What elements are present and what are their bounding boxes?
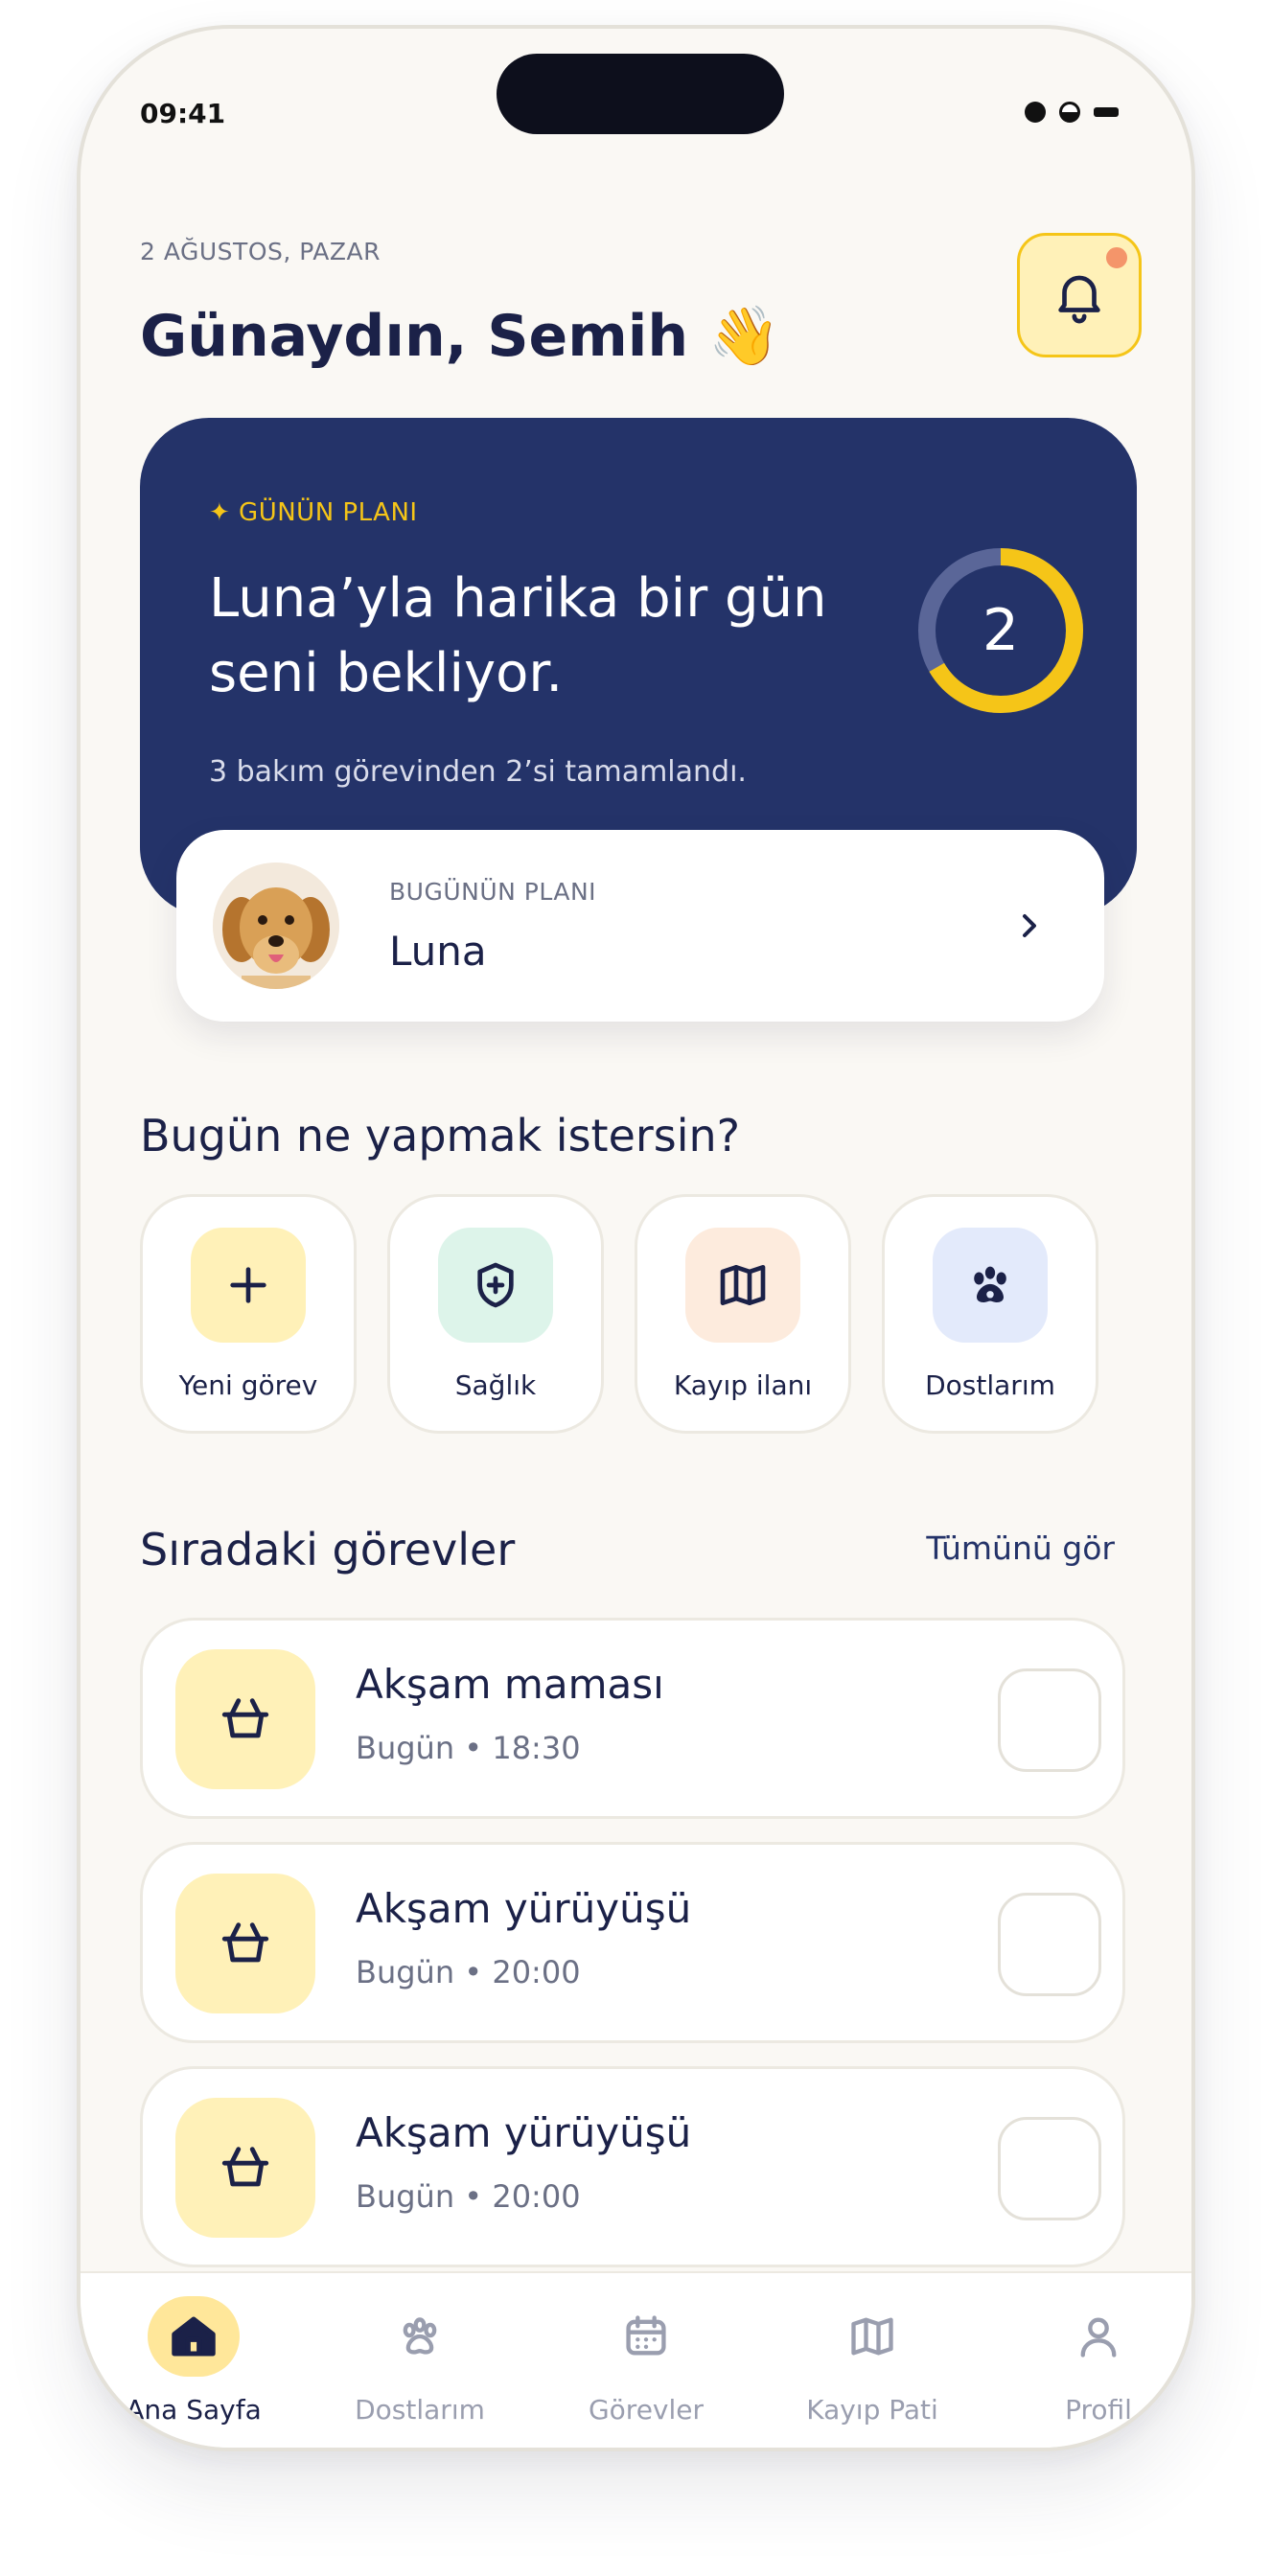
paw-icon <box>974 1266 1006 1302</box>
tab-icon-bg <box>826 2296 918 2377</box>
see-all-link[interactable]: Tümünü gör <box>926 1530 1115 1567</box>
plan-subtitle: 3 bakım görevinden 2’si tamamlandı. <box>209 755 747 789</box>
task-title: Akşam yürüyüşü <box>356 2109 692 2156</box>
quick-action-health[interactable]: Sağlık <box>387 1194 604 1434</box>
quick-action-label: Kayıp ilanı <box>673 1369 813 1401</box>
tab-label: Ana Sayfa <box>126 2394 262 2426</box>
quick-action-label: Yeni görev <box>178 1369 318 1401</box>
quick-action-icon-bg <box>191 1228 306 1343</box>
tab-tasks[interactable]: Görevler <box>533 2296 759 2448</box>
tasks-title: Sıradaki görevler <box>140 1524 516 1576</box>
pet-plan-label: BUGÜNÜN PLANI <box>389 878 597 906</box>
task-checkbox[interactable] <box>998 1668 1101 1772</box>
task-checkbox[interactable] <box>998 1893 1101 1996</box>
task-title: Akşam yürüyüşü <box>356 1885 692 1932</box>
dynamic-island <box>497 54 784 134</box>
task-icon-bg <box>175 2098 315 2238</box>
tab-icon-bg <box>600 2296 692 2377</box>
status-time: 09:41 <box>140 98 226 129</box>
battery-icon <box>1094 107 1119 117</box>
tab-label: Kayıp Pati <box>806 2394 938 2426</box>
task-icon-bg <box>175 1874 315 2013</box>
task-item[interactable]: Akşam maması Bugün • 18:30 <box>140 1618 1125 1819</box>
quick-action-label: Sağlık <box>454 1369 537 1401</box>
plus-icon <box>230 1267 266 1303</box>
bottom-tab-bar: Ana Sayfa Dostlarım Görevler Kayıp Pati … <box>81 2271 1191 2448</box>
plan-title: Luna’yla harika bir gün seni bekliyor. <box>209 567 827 704</box>
tab-icon-bg <box>148 2296 240 2377</box>
quick-actions-title: Bugün ne yapmak istersin? <box>140 1110 741 1162</box>
task-icon-bg <box>175 1649 315 1789</box>
paw-icon <box>403 2317 437 2355</box>
date-label: 2 AĞUSTOS, PAZAR <box>140 238 381 265</box>
phone-frame: 09:41 2 AĞUSTOS, PAZAR Günaydın, Semih 👋… <box>77 25 1195 2451</box>
task-item[interactable]: Akşam yürüyüşü Bugün • 20:00 <box>140 1842 1125 2043</box>
basket-icon <box>221 1922 269 1963</box>
tab-label: Profil <box>1065 2394 1132 2426</box>
basket-icon <box>221 2147 269 2187</box>
pet-plan-card[interactable]: BUGÜNÜN PLANI Luna <box>176 830 1104 1022</box>
task-meta: Bugün • 18:30 <box>356 1730 581 1766</box>
quick-action-my-pets[interactable]: Dostlarım <box>882 1194 1098 1434</box>
pet-name: Luna <box>389 928 487 975</box>
signal-icon <box>1025 102 1046 123</box>
quick-action-icon-bg <box>438 1228 553 1343</box>
notifications-button[interactable] <box>1017 233 1142 357</box>
tab-profile[interactable]: Profil <box>985 2296 1191 2448</box>
pet-avatar <box>213 862 339 989</box>
user-icon <box>1080 2317 1117 2358</box>
quick-action-new-task[interactable]: Yeni görev <box>140 1194 357 1434</box>
quick-action-icon-bg <box>933 1228 1048 1343</box>
home-icon <box>172 2316 216 2357</box>
tab-lost-pet[interactable]: Kayıp Pati <box>759 2296 985 2448</box>
map-icon <box>720 1265 766 1305</box>
task-title: Akşam maması <box>356 1661 664 1708</box>
wifi-icon <box>1059 102 1080 123</box>
notification-dot <box>1102 243 1131 272</box>
tab-my-pets[interactable]: Dostlarım <box>307 2296 533 2448</box>
quick-action-icon-bg <box>685 1228 800 1343</box>
status-icons <box>1025 102 1119 123</box>
tab-label: Dostlarım <box>355 2394 485 2426</box>
tab-icon-bg <box>1052 2296 1144 2377</box>
quick-action-lost-pet[interactable]: Kayıp ilanı <box>635 1194 851 1434</box>
calendar-icon <box>626 2315 666 2356</box>
chevron-right-icon <box>1023 914 1036 937</box>
task-item[interactable]: Akşam yürüyüşü Bugün • 20:00 <box>140 2066 1125 2267</box>
tab-home[interactable]: Ana Sayfa <box>81 2296 307 2448</box>
bell-icon <box>1058 275 1100 324</box>
task-meta: Bugün • 20:00 <box>356 2178 581 2215</box>
task-checkbox[interactable] <box>998 2117 1101 2220</box>
plan-tag: ✦ GÜNÜN PLANI <box>209 498 418 527</box>
progress-count: 2 <box>982 597 1020 664</box>
basket-icon <box>221 1698 269 1738</box>
map-icon <box>851 2317 893 2356</box>
task-meta: Bugün • 20:00 <box>356 1954 581 1990</box>
quick-action-label: Dostlarım <box>925 1369 1055 1401</box>
tab-icon-bg <box>374 2296 466 2377</box>
greeting-title: Günaydın, Semih 👋 <box>140 303 780 370</box>
tab-label: Görevler <box>588 2394 705 2426</box>
shield-plus-icon <box>477 1262 514 1308</box>
